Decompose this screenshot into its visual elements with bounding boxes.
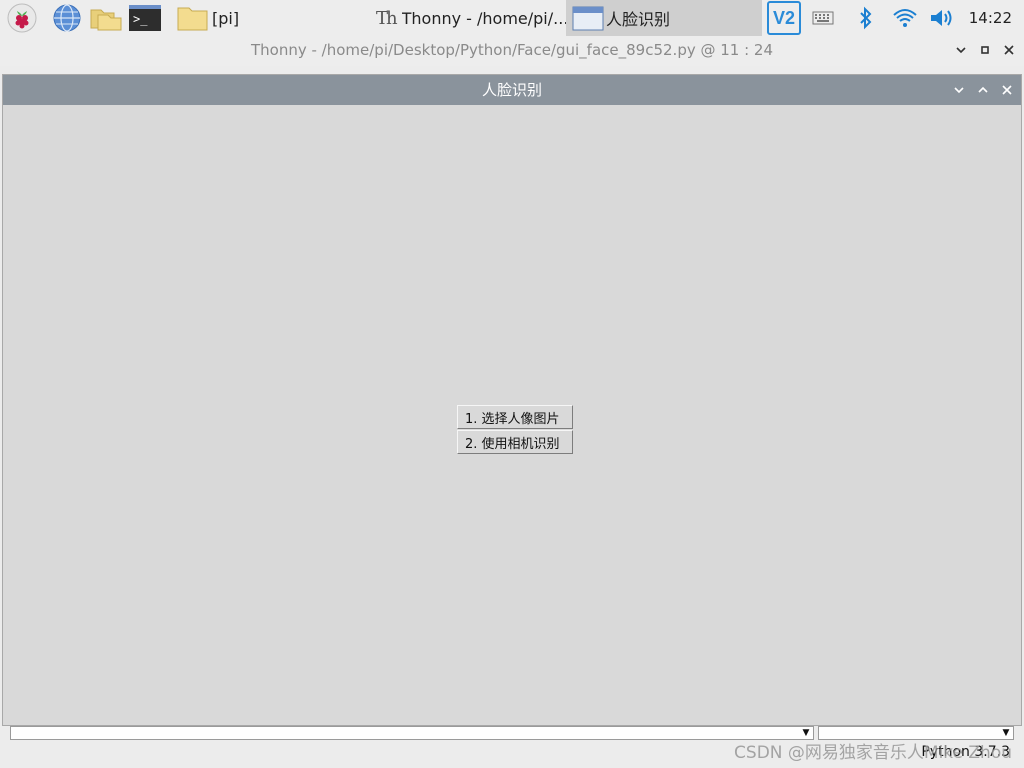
wifi-button[interactable] (890, 2, 920, 34)
file-manager-button[interactable] (88, 2, 124, 34)
task-pi-folder[interactable]: [pi] (170, 0, 366, 36)
terminal-glyph: >_ (133, 12, 148, 26)
dialog-titlebar[interactable]: 人脸识别 (3, 75, 1021, 105)
terminal-button[interactable]: >_ (128, 2, 162, 34)
shell-combo[interactable]: ▼ (10, 726, 814, 740)
dialog-maximize-button[interactable] (975, 82, 991, 98)
raspberry-menu-button[interactable] (6, 2, 38, 34)
bluetooth-button[interactable] (854, 2, 878, 34)
watermark: CSDN @网易独家音乐人Mike Zhou (734, 743, 1012, 763)
vnc-button[interactable]: V2 (766, 1, 802, 35)
task-label: Thonny - /home/pi/... (401, 8, 566, 28)
folder-icon (90, 9, 122, 31)
chevron-up-icon (978, 86, 988, 93)
window-icon (572, 6, 604, 31)
task-label: [pi] (212, 8, 240, 28)
vnc-icon: V2 (767, 1, 801, 35)
bluetooth-icon (860, 6, 872, 30)
thonny-window-title: Thonny - /home/pi/Desktop/Python/Face/gu… (250, 41, 774, 59)
wifi-icon (893, 9, 917, 27)
close-icon (1004, 45, 1014, 55)
thonny-icon: Th (376, 7, 398, 29)
face-recognition-window: 人脸识别 1. 选择人像图片 2. 使用相机识别 (2, 74, 1022, 726)
thonny-minimize-button[interactable] (954, 43, 968, 57)
web-browser-button[interactable] (50, 2, 84, 34)
task-label: 人脸识别 (606, 10, 671, 29)
select-portrait-image-button[interactable]: 1. 选择人像图片 (457, 405, 573, 429)
thonny-close-button[interactable] (1002, 43, 1016, 57)
raspberry-icon (7, 3, 37, 33)
globe-icon (53, 4, 81, 32)
taskbar: >_ [pi] Th Thonny - /home/pi/... 人脸识别 V2 (0, 0, 1024, 36)
chevron-down-icon (956, 47, 966, 54)
thonny-maximize-button[interactable] (978, 43, 992, 57)
dropdown-arrow-icon[interactable]: ▼ (1000, 728, 1012, 738)
dialog-close-button[interactable] (999, 82, 1015, 98)
terminal-icon: >_ (129, 5, 161, 31)
dialog-minimize-button[interactable] (951, 82, 967, 98)
volume-icon (931, 10, 952, 26)
clock[interactable]: 14:22 (969, 0, 1012, 36)
keyboard-button[interactable] (810, 2, 836, 34)
thonny-titlebar[interactable]: Thonny - /home/pi/Desktop/Python/Face/gu… (0, 36, 1024, 66)
use-camera-recognition-button[interactable]: 2. 使用相机识别 (457, 430, 573, 454)
dropdown-arrow-icon[interactable]: ▼ (800, 728, 812, 738)
volume-button[interactable] (928, 2, 958, 34)
dialog-title: 人脸识别 (481, 81, 542, 99)
maximize-icon (981, 46, 989, 54)
task-thonny[interactable]: Th Thonny - /home/pi/... (370, 0, 566, 36)
vnc-glyph: V2 (772, 7, 796, 28)
chevron-down-icon (954, 87, 964, 94)
folder-icon (177, 7, 208, 31)
task-face-recognition[interactable]: 人脸识别 (566, 0, 762, 36)
keyboard-icon (812, 11, 834, 25)
close-icon (1002, 85, 1012, 95)
thonny-bottom-area: ▼ ▼ Python 3.7.3 CSDN @网易独家音乐人Mike Zhou (0, 726, 1024, 768)
